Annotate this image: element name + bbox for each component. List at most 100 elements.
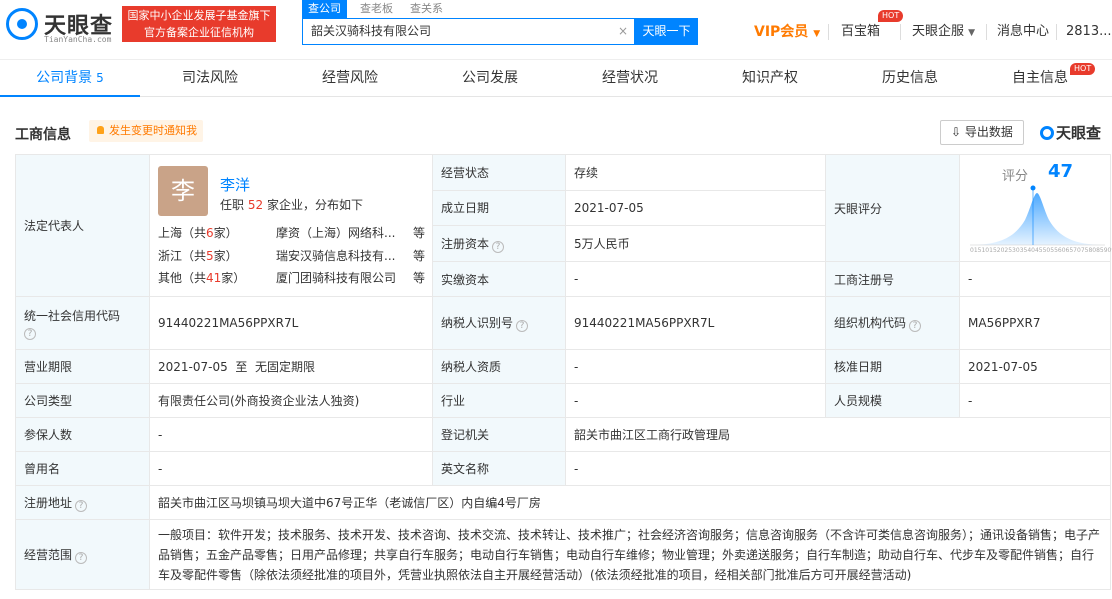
baibaoxiang-link[interactable]: 百宝箱 (841, 22, 880, 42)
english-name-label: 英文名称 (432, 451, 566, 486)
score-scale: 0 1 5 10 15 20 25 30 35 40 45 50 55 60 6… (970, 247, 1112, 254)
org-code-label: 组织机构代码? (825, 296, 960, 350)
score-bell-curve (970, 185, 1105, 246)
org-code-value: MA56PPXR7 (959, 296, 1111, 350)
region-post: 家） (213, 225, 238, 240)
paid-capital-value: - (565, 261, 826, 297)
former-name-value: - (149, 451, 433, 486)
scale-tick: 60 (1057, 247, 1066, 254)
score-caption: 评分 (1002, 169, 1029, 184)
region-count[interactable]: 上海（共6家） (158, 224, 238, 241)
logo[interactable]: 天眼查 TianYanCha.com (6, 6, 114, 44)
notify-change-button[interactable]: 发生变更时通知我 (89, 120, 203, 142)
region-count[interactable]: 浙江（共5家） (158, 247, 238, 264)
tab-ip[interactable]: 知识产权 (700, 60, 840, 97)
region-num: 41 (206, 270, 222, 285)
staff-size-label: 人员规模 (825, 383, 960, 418)
section-header: 工商信息 发生变更时通知我 ⇩ 导出数据 天眼查 (15, 120, 1110, 145)
approve-date-label: 核准日期 (825, 349, 960, 384)
tab-history[interactable]: 历史信息 (840, 60, 980, 97)
fund-line-1: 国家中小企业发展子基金旗下 (127, 9, 271, 22)
region: 上海（共 (158, 225, 207, 240)
fund-badge: 国家中小企业发展子基金旗下 官方备案企业征信机构 (122, 6, 276, 42)
address-value: 韶关市曲江区马坝镇马坝大道中67号正华（老诚信厂区）内自编4号厂房 (149, 485, 1111, 520)
search-tab-company[interactable]: 查公司 (302, 0, 347, 18)
tab-count: 5 (96, 71, 104, 85)
tab-business-risk[interactable]: 经营风险 (280, 60, 420, 97)
divider (986, 24, 987, 40)
search-tab-boss[interactable]: 查老板 (354, 0, 399, 18)
business-info-table: 法定代表人 李 李洋 任职 52 家企业，分布如下 上海（共6家） 摩资（上海）… (15, 154, 1112, 590)
found-date-value: 2021-07-05 (565, 189, 826, 227)
region-count[interactable]: 其他（共41家） (158, 269, 245, 286)
help-icon[interactable]: ? (909, 320, 922, 332)
english-name-value: - (565, 451, 1111, 486)
search-area: 查公司 查老板 查关系 韶关汉骑科技有限公司 × 天眼一下 (302, 0, 702, 50)
company-tabs: 公司背景 5 司法风险 经营风险 公司发展 经营状况 知识产权 历史信息 自主信息… (0, 60, 1112, 97)
authority-label: 登记机关 (432, 417, 566, 452)
industry-label: 行业 (432, 383, 566, 418)
region-post: 家） (221, 270, 246, 285)
help-icon[interactable]: ? (75, 499, 88, 512)
scale-tick: 70 (1073, 247, 1081, 254)
capital-value: 5万人民币 (565, 225, 826, 262)
scale-tick: 20 (996, 247, 1005, 254)
tax-qual-label: 纳税人资质 (432, 349, 566, 384)
tab-judicial-risk[interactable]: 司法风险 (140, 60, 280, 97)
scale-tick: 85 (1096, 247, 1104, 254)
user-account[interactable]: 2813... (1066, 22, 1111, 42)
clear-icon[interactable]: × (615, 22, 631, 40)
legal-rep-name[interactable]: 李洋 (220, 174, 250, 195)
avatar[interactable]: 李 (158, 165, 208, 216)
qifu-link[interactable]: 天眼企服 ▼ (912, 22, 975, 42)
tab-background[interactable]: 公司背景 5 (0, 60, 140, 97)
search-button[interactable]: 天眼一下 (635, 18, 698, 45)
company-type-label: 公司类型 (15, 383, 150, 418)
help-icon[interactable]: ? (516, 320, 529, 332)
divider (828, 24, 829, 40)
term-value: 2021-07-05 至 无固定期限 (149, 349, 433, 384)
region-num: 6 (206, 225, 214, 240)
logo-sub: TianYanCha.com (44, 35, 112, 44)
brand-watermark: 天眼查 (1040, 122, 1101, 143)
former-name-label: 曾用名 (15, 451, 150, 486)
search-tab-relation[interactable]: 查关系 (404, 0, 449, 18)
help-icon[interactable]: ? (492, 240, 505, 253)
capital-label-text: 注册资本 (441, 236, 490, 251)
status-label: 经营状态 (432, 154, 566, 191)
message-center-link[interactable]: 消息中心 (997, 22, 1049, 42)
company-link[interactable]: 厦门团骑科技有限公司 (276, 269, 406, 286)
scope-label-text: 经营范围 (24, 547, 73, 562)
address-label-text: 注册地址 (24, 495, 73, 510)
top-header: 天眼查 TianYanCha.com 国家中小企业发展子基金旗下 官方备案企业征… (0, 0, 1112, 60)
company-link[interactable]: 瑞安汉骑信息科技有... (276, 247, 406, 264)
search-input[interactable]: 韶关汉骑科技有限公司 (302, 18, 635, 45)
credit-code-label: 统一社会信用代码? (15, 296, 150, 350)
scale-tick: 30 (1012, 247, 1020, 254)
more-label: 等 (413, 225, 426, 240)
tab-operation[interactable]: 经营状况 (560, 60, 700, 97)
divider (900, 24, 901, 40)
scale-tick: 65 (1065, 247, 1074, 254)
reg-no-value: - (959, 261, 1111, 297)
help-icon[interactable]: ? (24, 327, 36, 340)
export-data-button[interactable]: ⇩ 导出数据 (940, 120, 1024, 145)
found-date-label: 成立日期 (432, 189, 566, 227)
legal-rep-label: 法定代表人 (15, 154, 150, 297)
help-icon[interactable]: ? (75, 551, 88, 564)
score-value: 47 (1048, 161, 1074, 182)
scale-tick: 45 (1034, 247, 1043, 254)
vip-member-link[interactable]: VIP会员 ▼ (754, 22, 820, 42)
insured-label: 参保人数 (15, 417, 150, 452)
scale-tick: 80 (1088, 247, 1097, 254)
org-code-label-text: 组织机构代码 (834, 316, 907, 330)
score-cell[interactable]: 评分 47 0 1 5 10 15 20 25 30 35 40 45 50 5… (959, 154, 1112, 262)
tab-development[interactable]: 公司发展 (420, 60, 560, 97)
fund-line-2: 官方备案企业征信机构 (144, 26, 254, 39)
legal-rep-cell: 李 李洋 任职 52 家企业，分布如下 上海（共6家） 摩资（上海）网络科...… (149, 154, 433, 297)
company-link[interactable]: 摩资（上海）网络科... (276, 224, 406, 241)
scope-value: 一般项目：软件开发；技术服务、技术开发、技术咨询、技术交流、技术转让、技术推广；… (149, 519, 1111, 590)
legal-rep-summary: 任职 52 家企业，分布如下 (220, 196, 363, 213)
tax-id-label-text: 纳税人识别号 (441, 316, 514, 330)
paid-capital-label: 实缴资本 (432, 261, 566, 297)
